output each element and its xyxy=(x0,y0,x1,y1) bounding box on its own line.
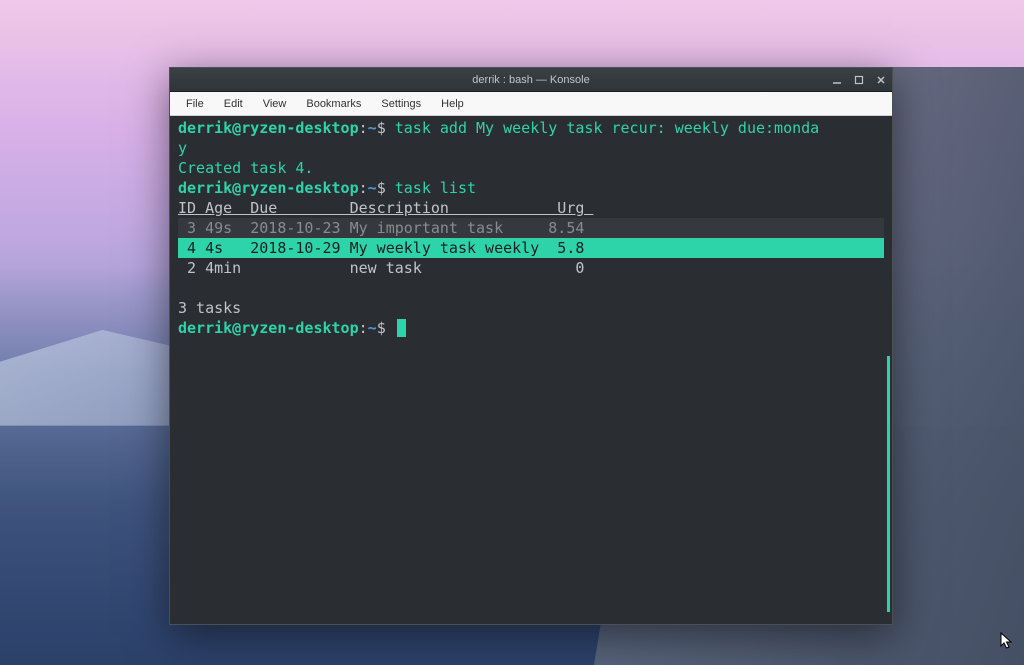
command-2: task list xyxy=(386,179,476,197)
terminal-cursor xyxy=(397,319,406,337)
menu-view[interactable]: View xyxy=(253,95,297,113)
scrollbar-indicator[interactable] xyxy=(887,356,890,612)
command-1-wrap: y xyxy=(178,138,884,158)
window-controls xyxy=(830,73,888,87)
table-row: 2 4min new task 0 xyxy=(178,258,884,278)
maximize-button[interactable] xyxy=(852,73,866,87)
task-summary: 3 tasks xyxy=(178,298,884,318)
menu-help[interactable]: Help xyxy=(431,95,474,113)
minimize-button[interactable] xyxy=(830,73,844,87)
menu-settings[interactable]: Settings xyxy=(371,95,431,113)
prompt-line-2: derrik@ryzen-desktop:~$ task list xyxy=(178,178,884,198)
prompt-path: ~ xyxy=(368,119,377,137)
output-created: Created task 4. xyxy=(178,158,884,178)
close-button[interactable] xyxy=(874,73,888,87)
table-header: ID Age Due Description Urg xyxy=(178,198,884,218)
menu-file[interactable]: File xyxy=(176,95,214,113)
menu-bookmarks[interactable]: Bookmarks xyxy=(296,95,371,113)
window-titlebar[interactable]: derrik : bash — Konsole xyxy=(170,68,892,92)
prompt-line-1: derrik@ryzen-desktop:~$ task add My week… xyxy=(178,118,884,138)
prompt-userhost: derrik@ryzen-desktop xyxy=(178,119,359,137)
window-title: derrik : bash — Konsole xyxy=(472,74,589,86)
table-row: 4 4s 2018-10-29 My weekly task weekly 5.… xyxy=(178,238,884,258)
menu-edit[interactable]: Edit xyxy=(214,95,253,113)
terminal-content[interactable]: derrik@ryzen-desktop:~$ task add My week… xyxy=(170,116,892,624)
blank-line-2 xyxy=(178,278,884,298)
command-1: task add My weekly task recur: weekly du… xyxy=(386,119,819,137)
terminal-window: derrik : bash — Konsole File Edit View B… xyxy=(169,67,893,625)
menu-bar: File Edit View Bookmarks Settings Help xyxy=(170,92,892,116)
table-row: 3 49s 2018-10-23 My important task 8.54 xyxy=(178,218,884,238)
mouse-cursor-icon xyxy=(1000,632,1014,655)
prompt-line-3: derrik@ryzen-desktop:~$ xyxy=(178,318,884,338)
